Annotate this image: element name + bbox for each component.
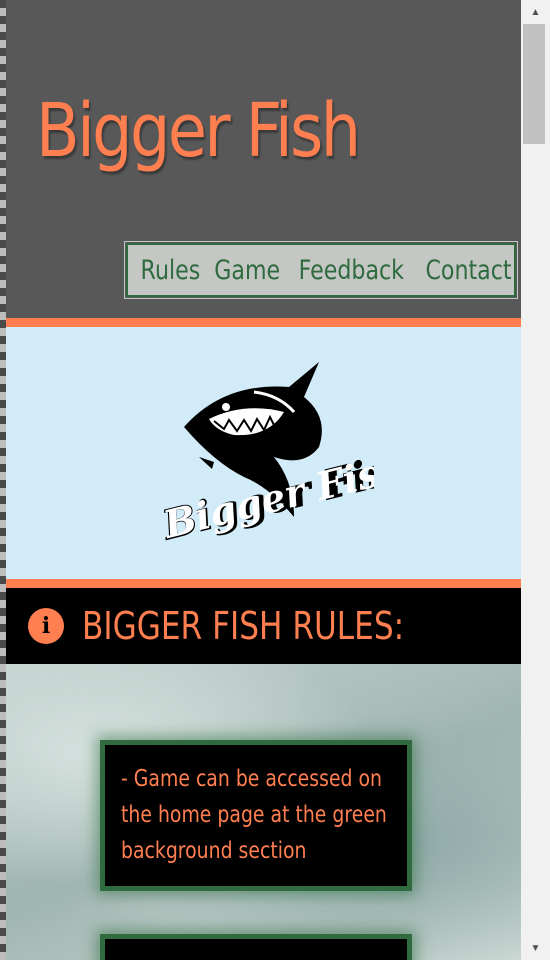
rule-card xyxy=(100,934,412,960)
rules-header: i BIGGER FISH RULES: xyxy=(6,588,521,664)
rules-body: - Game can be accessed on the home page … xyxy=(6,664,521,960)
divider xyxy=(6,579,521,588)
site-title: Bigger Fish xyxy=(36,88,361,174)
page: Bigger Fish Rules Game Feedback Contact … xyxy=(6,0,521,960)
triangle-up-icon[interactable]: ▲ xyxy=(521,2,550,22)
divider xyxy=(6,318,521,327)
nav-link-rules[interactable]: Rules xyxy=(141,255,201,286)
nav-link-contact[interactable]: Contact xyxy=(425,255,511,286)
rules-title: BIGGER FISH RULES: xyxy=(82,604,405,648)
nav-link-game[interactable]: Game xyxy=(214,255,280,286)
scrollbar[interactable]: ▲ ▼ xyxy=(521,0,550,960)
info-circle-icon: i xyxy=(28,608,64,644)
rule-text: - Game can be accessed on the home page … xyxy=(121,766,387,864)
rule-card: - Game can be accessed on the home page … xyxy=(100,740,412,891)
triangle-down-icon[interactable]: ▼ xyxy=(521,938,550,958)
logo-section: Bigger Fish Bigger Fish xyxy=(6,327,521,579)
scrollbar-thumb[interactable] xyxy=(523,24,545,144)
site-header: Bigger Fish Rules Game Feedback Contact xyxy=(6,0,521,318)
nav-link-feedback[interactable]: Feedback xyxy=(299,255,404,286)
shark-logo-image: Bigger Fish Bigger Fish xyxy=(157,362,374,547)
main-nav: Rules Game Feedback Contact xyxy=(124,241,518,299)
